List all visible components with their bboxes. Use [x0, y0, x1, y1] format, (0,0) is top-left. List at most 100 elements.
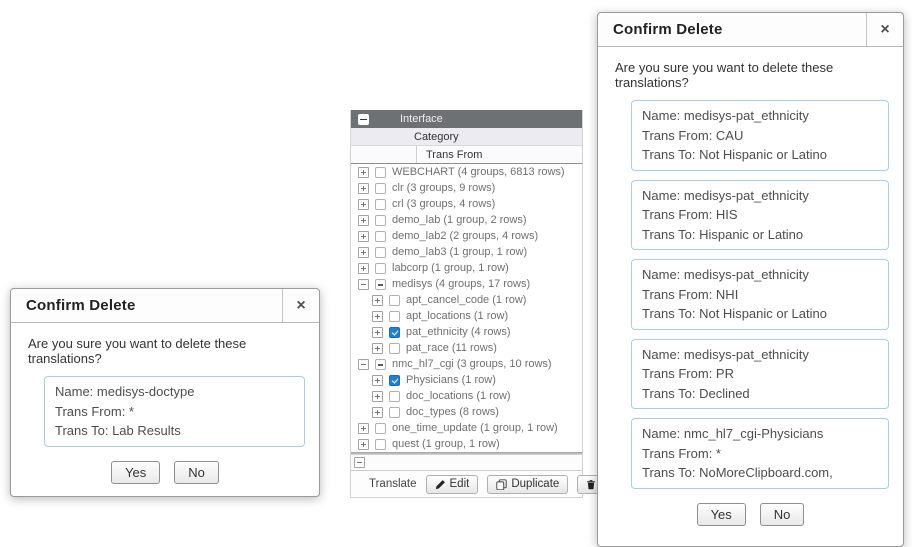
confirm-message: Are you sure you want to delete these tr…: [608, 58, 893, 92]
tree-row[interactable]: demo_lab2 (2 groups, 4 rows): [351, 228, 582, 244]
tree-footer-row: [351, 455, 582, 471]
no-button[interactable]: No: [174, 461, 219, 484]
tree-row[interactable]: apt_locations (1 row): [351, 308, 582, 324]
tree-row[interactable]: demo_lab3 (1 group, 1 row): [351, 244, 582, 260]
translation-to: Trans To: Not Hispanic or Latino: [642, 145, 878, 165]
tree-row-label: demo_lab3 (1 group, 1 row): [392, 246, 527, 258]
translation-to: Trans To: Not Hispanic or Latino: [642, 304, 878, 324]
edit-button[interactable]: Edit: [426, 475, 479, 494]
collapse-icon[interactable]: [358, 279, 369, 290]
trans-from-header-row: Trans From: [351, 146, 582, 164]
tree-row[interactable]: crl (3 groups, 4 rows): [351, 196, 582, 212]
row-checkbox[interactable]: [375, 167, 386, 178]
edit-button-label: Edit: [450, 478, 470, 490]
translation-item: Name: medisys-pat_ethnicity Trans From: …: [631, 259, 889, 330]
expand-icon[interactable]: [372, 295, 383, 306]
expand-icon[interactable]: [358, 263, 369, 274]
translation-from: Trans From: HIS: [642, 205, 878, 225]
dialog-body: Are you sure you want to delete these tr…: [11, 323, 319, 496]
tree-row-label: doc_types (8 rows): [406, 406, 499, 418]
duplicate-button[interactable]: Duplicate: [487, 475, 568, 494]
tree-row[interactable]: pat_race (11 rows): [351, 340, 582, 356]
tree-row[interactable]: Physicians (1 row): [351, 372, 582, 388]
yes-button[interactable]: Yes: [111, 461, 160, 484]
row-checkbox[interactable]: [375, 263, 386, 274]
expand-icon[interactable]: [358, 423, 369, 434]
translation-from: Trans From: *: [55, 402, 294, 422]
duplicate-button-label: Duplicate: [511, 478, 559, 490]
collapse-icon[interactable]: [354, 457, 365, 468]
row-checkbox[interactable]: [375, 215, 386, 226]
tree-row[interactable]: medisys (4 groups, 17 rows): [351, 276, 582, 292]
row-checkbox[interactable]: [389, 343, 400, 354]
expand-icon[interactable]: [358, 183, 369, 194]
row-checkbox[interactable]: [375, 279, 386, 290]
tree-row[interactable]: doc_types (8 rows): [351, 404, 582, 420]
tree-row[interactable]: WEBCHART (4 groups, 6813 rows): [351, 164, 582, 180]
row-checkbox[interactable]: [389, 407, 400, 418]
translation-item-list-right: Name: medisys-pat_ethnicity Trans From: …: [631, 100, 889, 489]
row-checkbox[interactable]: [375, 183, 386, 194]
no-button[interactable]: No: [760, 503, 805, 526]
expand-icon[interactable]: [372, 327, 383, 338]
close-icon[interactable]: ×: [282, 289, 319, 322]
translation-to: Trans To: Declined: [642, 384, 878, 404]
tree-row-label: crl (3 groups, 4 rows): [392, 198, 495, 210]
row-checkbox[interactable]: [375, 199, 386, 210]
translation-name: Name: nmc_hl7_cgi-Physicians: [642, 424, 878, 444]
tree-row[interactable]: clr (3 groups, 9 rows): [351, 180, 582, 196]
tree-row[interactable]: pat_ethnicity (4 rows): [351, 324, 582, 340]
translation-item: Name: medisys-pat_ethnicity Trans From: …: [631, 100, 889, 171]
category-header-row: Category: [351, 128, 582, 146]
tree-row-label: doc_locations (1 row): [406, 390, 511, 402]
row-checkbox[interactable]: [375, 423, 386, 434]
tree-row[interactable]: one_time_update (1 group, 1 row): [351, 420, 582, 436]
tree-row-label: medisys (4 groups, 17 rows): [392, 278, 530, 290]
tree-row[interactable]: quest (1 group, 1 row): [351, 436, 582, 452]
expand-icon[interactable]: [358, 247, 369, 258]
dialog-buttons: Yes No: [608, 503, 893, 526]
row-checkbox[interactable]: [389, 327, 400, 338]
translation-from: Trans From: CAU: [642, 126, 878, 146]
translation-name: Name: medisys-pat_ethnicity: [642, 345, 878, 365]
yes-button[interactable]: Yes: [697, 503, 746, 526]
row-checkbox[interactable]: [375, 231, 386, 242]
expand-icon[interactable]: [372, 311, 383, 322]
tree-row-label: Physicians (1 row): [406, 374, 496, 386]
expand-icon[interactable]: [358, 439, 369, 450]
pencil-icon: [435, 479, 446, 490]
tree-rows: WEBCHART (4 groups, 6813 rows) clr (3 gr…: [351, 164, 582, 452]
collapse-icon[interactable]: [358, 359, 369, 370]
row-checkbox[interactable]: [375, 247, 386, 258]
close-icon[interactable]: ×: [866, 13, 903, 46]
row-checkbox[interactable]: [389, 311, 400, 322]
expand-icon[interactable]: [358, 215, 369, 226]
row-checkbox[interactable]: [389, 391, 400, 402]
tree-row[interactable]: labcorp (1 group, 1 row): [351, 260, 582, 276]
expand-icon[interactable]: [372, 343, 383, 354]
row-checkbox[interactable]: [375, 439, 386, 450]
expand-icon[interactable]: [358, 199, 369, 210]
expand-icon[interactable]: [358, 231, 369, 242]
translation-name: Name: medisys-pat_ethnicity: [642, 265, 878, 285]
expand-icon[interactable]: [372, 375, 383, 386]
translation-from: Trans From: NHI: [642, 285, 878, 305]
row-checkbox[interactable]: [389, 295, 400, 306]
copy-icon: [496, 479, 507, 490]
tree-row-label: apt_locations (1 row): [406, 310, 508, 322]
tab-translate[interactable]: Translate: [369, 478, 417, 490]
expand-icon[interactable]: [372, 391, 383, 402]
translation-to: Trans To: NoMoreClipboard.com,: [642, 463, 878, 483]
row-checkbox[interactable]: [389, 375, 400, 386]
row-checkbox[interactable]: [375, 359, 386, 370]
expand-icon[interactable]: [372, 407, 383, 418]
tree-row-label: labcorp (1 group, 1 row): [392, 262, 509, 274]
tree-row[interactable]: doc_locations (1 row): [351, 388, 582, 404]
tree-row[interactable]: demo_lab (1 group, 2 rows): [351, 212, 582, 228]
tree-title: Interface: [400, 113, 443, 125]
tree-row[interactable]: apt_cancel_code (1 row): [351, 292, 582, 308]
collapse-all-icon[interactable]: [358, 114, 369, 125]
tree-row[interactable]: nmc_hl7_cgi (3 groups, 10 rows): [351, 356, 582, 372]
expand-icon[interactable]: [358, 167, 369, 178]
bottom-toolbar: Translate Edit Duplicate Delete: [351, 471, 582, 498]
